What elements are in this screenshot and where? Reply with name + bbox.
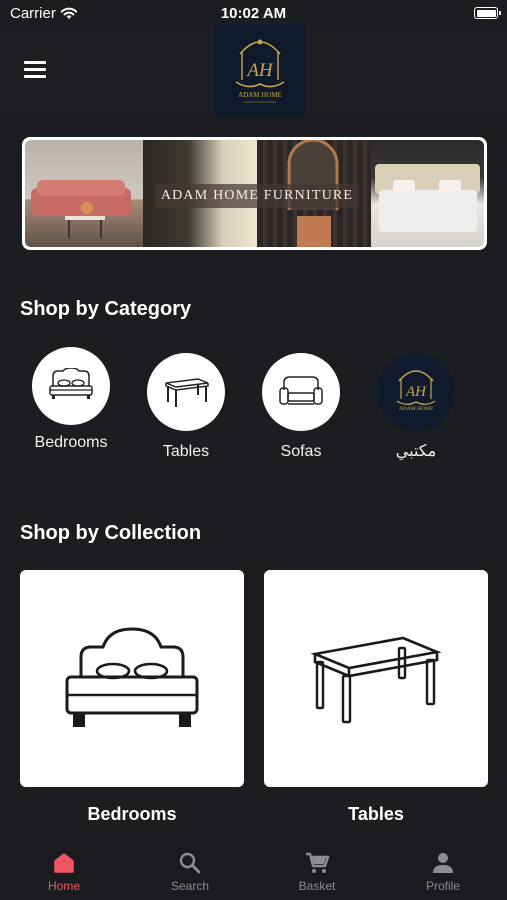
category-circle xyxy=(32,347,110,425)
table-icon xyxy=(165,378,209,407)
tab-label: Profile xyxy=(425,879,460,893)
tab-search[interactable]: Search xyxy=(145,838,235,900)
collection-label: Bedrooms xyxy=(87,804,177,824)
collection-tables[interactable]: Tables xyxy=(264,570,488,825)
banner-title: ADAM HOME FURNITURE xyxy=(155,184,359,208)
svg-text:AH: AH xyxy=(405,384,427,400)
logo-wordmark: ADAM HOME xyxy=(238,91,282,99)
category-label: Sofas xyxy=(280,443,322,460)
tab-basket[interactable]: Basket xyxy=(272,838,362,900)
category-circle xyxy=(262,353,340,431)
search-icon xyxy=(179,852,201,874)
collection-label: Tables xyxy=(348,804,404,824)
category-label: Tables xyxy=(162,443,210,460)
tab-label: Basket xyxy=(298,879,336,893)
promo-banner[interactable]: ADAM HOME FURNITURE xyxy=(22,137,487,250)
banner-photo-bed xyxy=(371,140,484,247)
collection-section-title: Shop by Collection xyxy=(20,522,202,544)
app-header: AH ADAM HOME xyxy=(0,24,507,116)
category-sofas[interactable]: Sofas xyxy=(261,353,341,461)
category-circle xyxy=(147,353,225,431)
logo-monogram: AH xyxy=(245,60,274,81)
svg-text:ADAM HOME: ADAM HOME xyxy=(399,406,434,412)
banner-collage: ADAM HOME FURNITURE xyxy=(25,140,484,247)
status-time: 10:02 AM xyxy=(220,5,287,22)
brand-logo[interactable]: AH ADAM HOME xyxy=(214,24,306,116)
category-tables[interactable]: Tables xyxy=(146,353,226,461)
bed-icon xyxy=(49,368,93,399)
adam-home-logo: AH ADAM HOME xyxy=(396,370,436,412)
category-bedrooms[interactable]: Bedrooms xyxy=(31,347,111,452)
category-label: Bedrooms xyxy=(34,434,108,451)
collection-card xyxy=(264,570,488,787)
bottom-tab-bar: Home Search Basket Profile xyxy=(0,838,507,900)
person-icon xyxy=(433,853,453,873)
cart-icon xyxy=(306,852,330,873)
tab-home[interactable]: Home xyxy=(19,838,109,900)
bed-icon xyxy=(65,626,199,727)
category-office[interactable]: AH ADAM HOME مكتبي xyxy=(376,353,456,461)
home-icon xyxy=(54,853,74,873)
tab-label: Search xyxy=(170,879,210,893)
brand-logo-mark: AH ADAM HOME xyxy=(235,39,285,103)
sofa-icon xyxy=(279,376,323,405)
battery-icon xyxy=(474,7,501,19)
category-label: مكتبي xyxy=(395,443,437,460)
category-section-title: Shop by Category xyxy=(20,298,192,320)
tab-label: Home xyxy=(47,879,80,893)
table-icon xyxy=(311,636,441,723)
collection-card xyxy=(20,570,244,787)
banner-photo-sofa xyxy=(25,140,143,247)
collection-bedrooms[interactable]: Bedrooms xyxy=(20,570,244,825)
tab-profile[interactable]: Profile xyxy=(398,838,488,900)
category-circle: AH ADAM HOME xyxy=(377,353,455,431)
menu-icon[interactable] xyxy=(24,61,46,79)
